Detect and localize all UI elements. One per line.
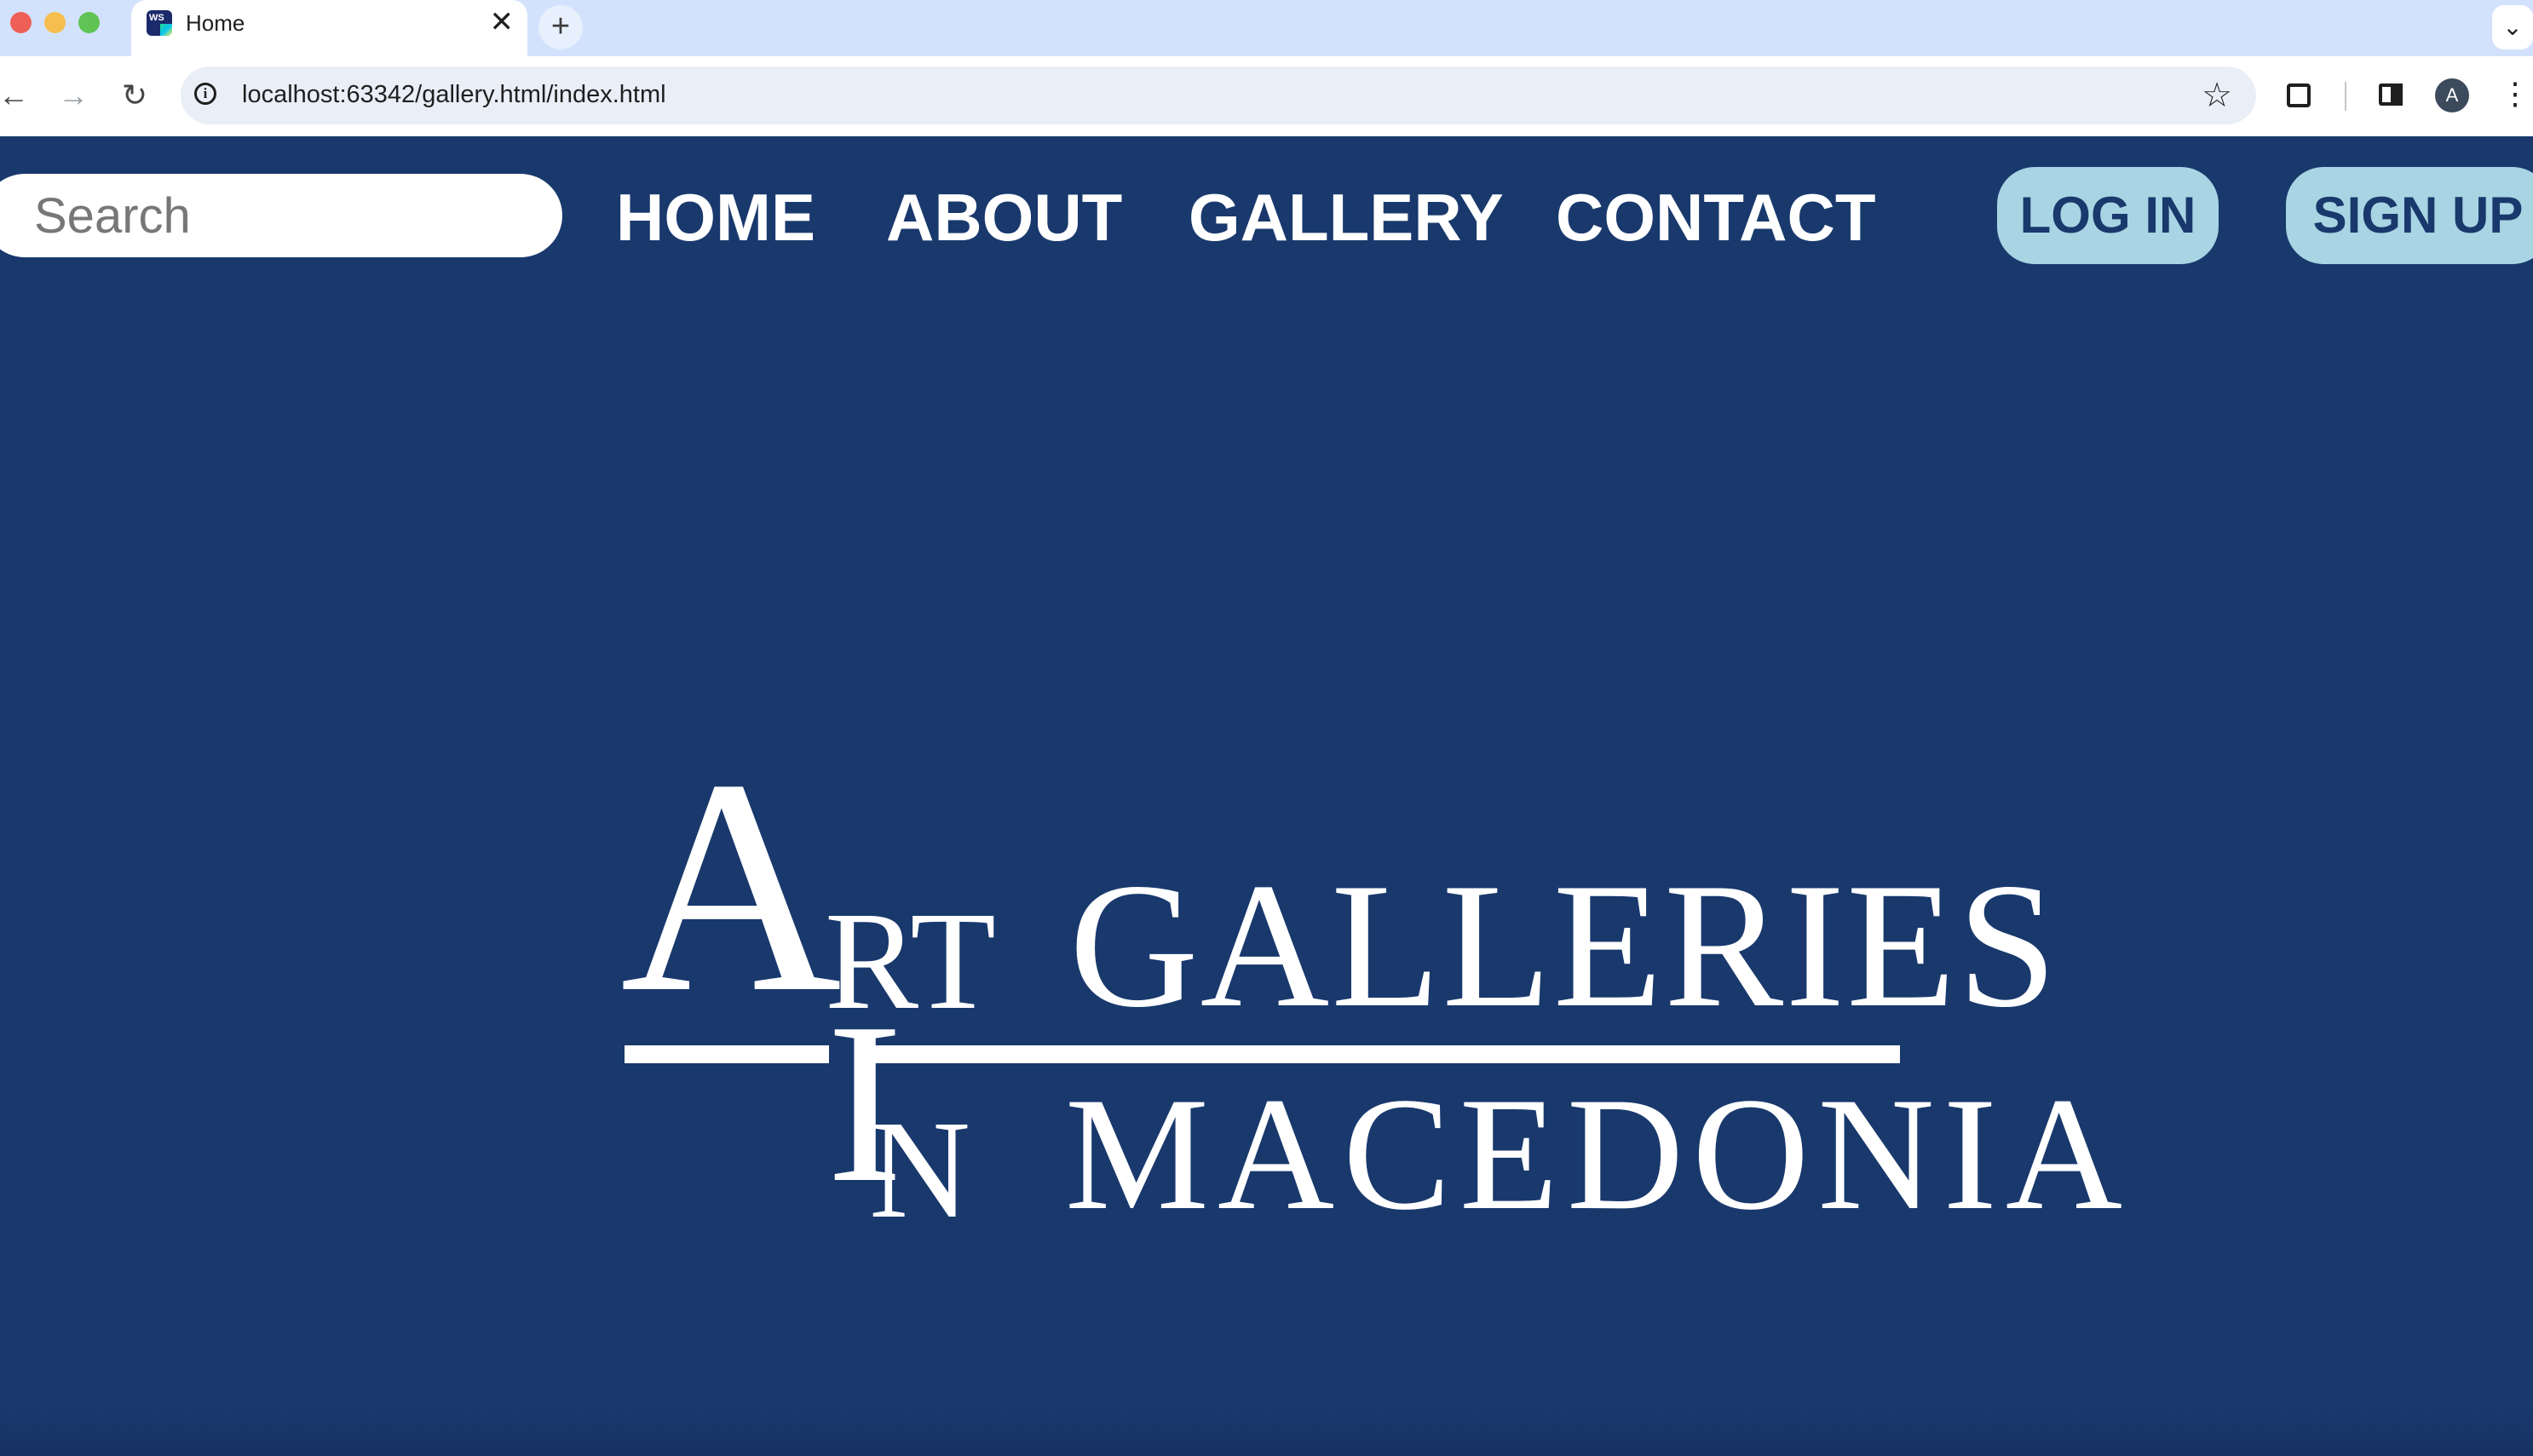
browser-tab-strip: WS Home ✕ + ⌄ [0,0,2533,56]
toolbar-divider [2345,82,2346,111]
logo-word-macedonia: MACEDONIA [1065,1065,2132,1244]
art-galleries-logo: A RT GALLERIES I N MACEDONIA [0,136,2533,1456]
site-info-icon[interactable]: i [194,83,216,105]
page-hero: HOME ABOUT GALLERY CONTACT LOG IN SIGN U… [0,136,2533,1456]
logo-divider-left [625,1045,829,1063]
address-bar[interactable]: i localhost:63342/gallery.html/index.htm… [181,66,2256,124]
tab-home[interactable]: WS Home ✕ [131,0,527,56]
tab-close-icon[interactable]: ✕ [490,5,515,39]
tab-search-chevron-icon[interactable]: ⌄ [2492,5,2533,49]
back-arrow-icon[interactable]: ← [0,72,37,119]
forward-arrow-icon[interactable]: → [49,72,97,119]
window-maximize-button[interactable] [78,12,100,33]
window-minimize-button[interactable] [44,12,66,33]
browser-toolbar: ← → ↻ i localhost:63342/gallery.html/ind… [0,56,2533,136]
webstorm-favicon-icon: WS [147,10,172,36]
reload-icon[interactable]: ↻ [111,72,158,119]
window-close-button[interactable] [10,12,32,33]
url-text[interactable]: localhost:63342/gallery.html/index.html [242,81,666,109]
side-panel-icon[interactable] [2367,72,2415,119]
new-tab-button[interactable]: + [538,5,583,49]
logo-divider-right [873,1045,1900,1063]
logo-letter-a: A [620,716,842,1056]
extensions-icon[interactable] [2277,72,2324,119]
logo-letter-n: N [869,1091,971,1247]
tab-title: Home [186,10,245,36]
profile-avatar[interactable]: A [2435,78,2469,112]
logo-word-galleries: GALLERIES [1069,847,2059,1045]
kebab-menu-icon[interactable]: ⋮ [2500,72,2530,119]
bookmark-star-icon[interactable]: ☆ [2202,72,2232,119]
